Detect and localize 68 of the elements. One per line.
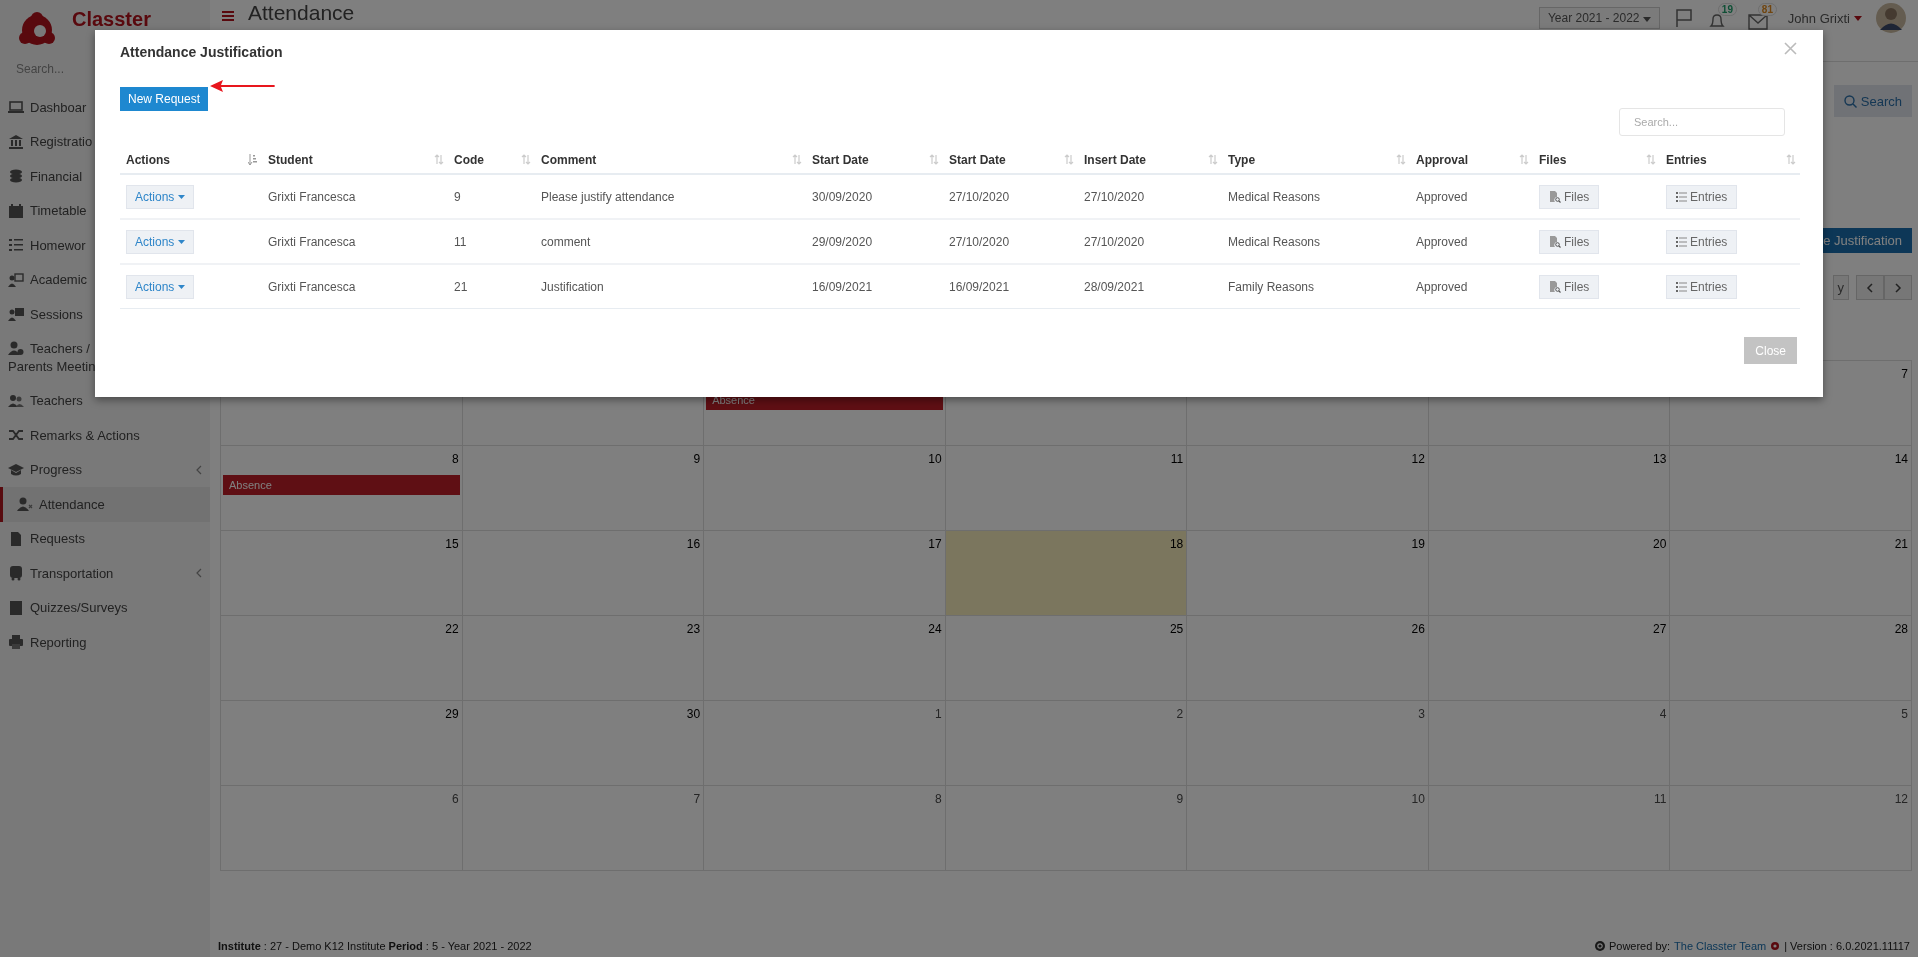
day-number: 21 (1894, 537, 1908, 553)
day-number: 29 (445, 707, 459, 723)
day-number: 24 (928, 622, 942, 638)
table-cell: 28/09/2021 (1084, 279, 1145, 294)
day-number: 28 (1894, 622, 1908, 638)
table-cell: 9 (454, 189, 461, 204)
table-cell: Please justify attendance (541, 189, 675, 204)
table-cell: 30/09/2020 (812, 189, 873, 204)
day-number: 9 (1176, 792, 1184, 808)
day-number: 8 (451, 452, 459, 468)
day-number: 12 (1411, 452, 1425, 468)
table-cell: 21 (454, 279, 468, 294)
notification-count: 19 (1717, 3, 1737, 16)
day-number: 23 (686, 622, 701, 638)
day-number: 10 (1411, 792, 1425, 808)
day-number: 6 (451, 792, 459, 808)
day-number: 5 (1901, 707, 1908, 723)
day-number: 18 (1169, 537, 1184, 553)
table-cell: 27/10/2020 (1084, 234, 1145, 249)
day-number: 2 (1176, 707, 1184, 723)
table-cell: Grixti Francesca (268, 189, 356, 204)
day-number: 3 (1418, 707, 1425, 723)
day-number: 12 (1894, 792, 1908, 808)
day-number: 20 (1653, 537, 1667, 553)
day-number: 1 (935, 707, 942, 723)
table-cell: Medical Reasons (1228, 189, 1321, 204)
table-cell: Grixti Francesca (268, 279, 356, 294)
powered-by-text: Powered by: (1608, 940, 1671, 952)
modal-title: Attendance Justification (120, 44, 283, 60)
version-text: | Version : 6.0.2021.11117 (1784, 940, 1910, 952)
table-cell: comment (541, 234, 591, 249)
logo-text: Classter (72, 8, 151, 31)
table-cell: 27/10/2020 (1084, 189, 1145, 204)
day-number: 30 (686, 707, 701, 723)
table-cell: 27/10/2020 (949, 234, 1010, 249)
table-cell: Family Reasons (1228, 279, 1315, 294)
table-cell: 27/10/2020 (949, 189, 1010, 204)
day-number: 25 (1169, 622, 1184, 638)
day-number: 15 (445, 537, 459, 553)
table-cell: Approved (1416, 279, 1468, 294)
day-number: 7 (1901, 367, 1908, 383)
day-number: 11 (1170, 452, 1184, 468)
message-count: 81 (1757, 3, 1777, 16)
table-cell: Approved (1416, 234, 1468, 249)
day-number: 13 (1653, 452, 1667, 468)
day-number: 9 (693, 452, 701, 468)
table-cell: Medical Reasons (1228, 234, 1321, 249)
page-title: Attendance (248, 1, 355, 25)
table-cell: Grixti Francesca (268, 234, 356, 249)
table-cell: 16/09/2021 (812, 279, 873, 294)
day-number: 8 (935, 792, 942, 808)
day-number: 11 (1653, 792, 1667, 808)
day-number: 27 (1653, 622, 1667, 638)
table-cell: 29/09/2020 (812, 234, 873, 249)
day-number: 16 (686, 537, 701, 553)
day-number: 19 (1411, 537, 1425, 553)
day-number: 10 (928, 452, 942, 468)
day-number: 26 (1411, 622, 1425, 638)
day-number: 17 (928, 537, 942, 553)
day-number: 22 (445, 622, 459, 638)
institute-info: Institute : 27 - Demo K12 Institute Period : 5 - Year 2021 - 2022 (218, 940, 532, 952)
day-number: 14 (1894, 452, 1908, 468)
table-cell: 11 (454, 234, 467, 249)
table-cell: Approved (1416, 189, 1468, 204)
day-number: 4 (1659, 707, 1667, 723)
day-number: 7 (693, 792, 701, 808)
table-cell: 16/09/2021 (949, 279, 1010, 294)
table-cell: Justification (541, 279, 604, 294)
